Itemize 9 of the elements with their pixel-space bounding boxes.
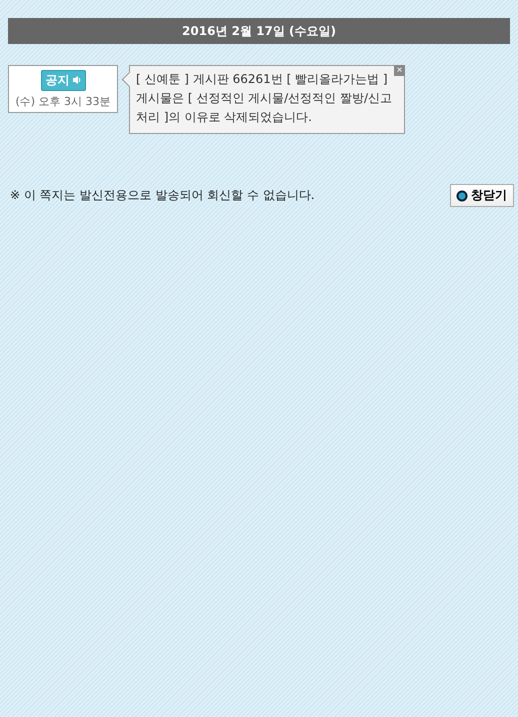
- close-window-button[interactable]: 창닫기: [450, 184, 514, 207]
- message-body: [ 신예툰 ] 게시판 66261번 [ 빨리올라가는법 ] 게시물은 [ 선정적인 게시물/선정적인 짤방/신고처리 ]의 이유로 삭제되었습니다.: [136, 71, 394, 126]
- date-header: 2016년 2월 17일 (수요일): [8, 18, 510, 44]
- speaker-icon: [72, 75, 80, 85]
- close-button[interactable]: ×: [394, 65, 405, 76]
- message-time: (수) 오후 3시 33분: [15, 94, 111, 108]
- circle-icon: [456, 190, 468, 202]
- notice-text: ※ 이 쪽지는 발신전용으로 발송되어 회신할 수 없습니다.: [10, 187, 315, 204]
- notice-badge: 공지: [40, 70, 86, 90]
